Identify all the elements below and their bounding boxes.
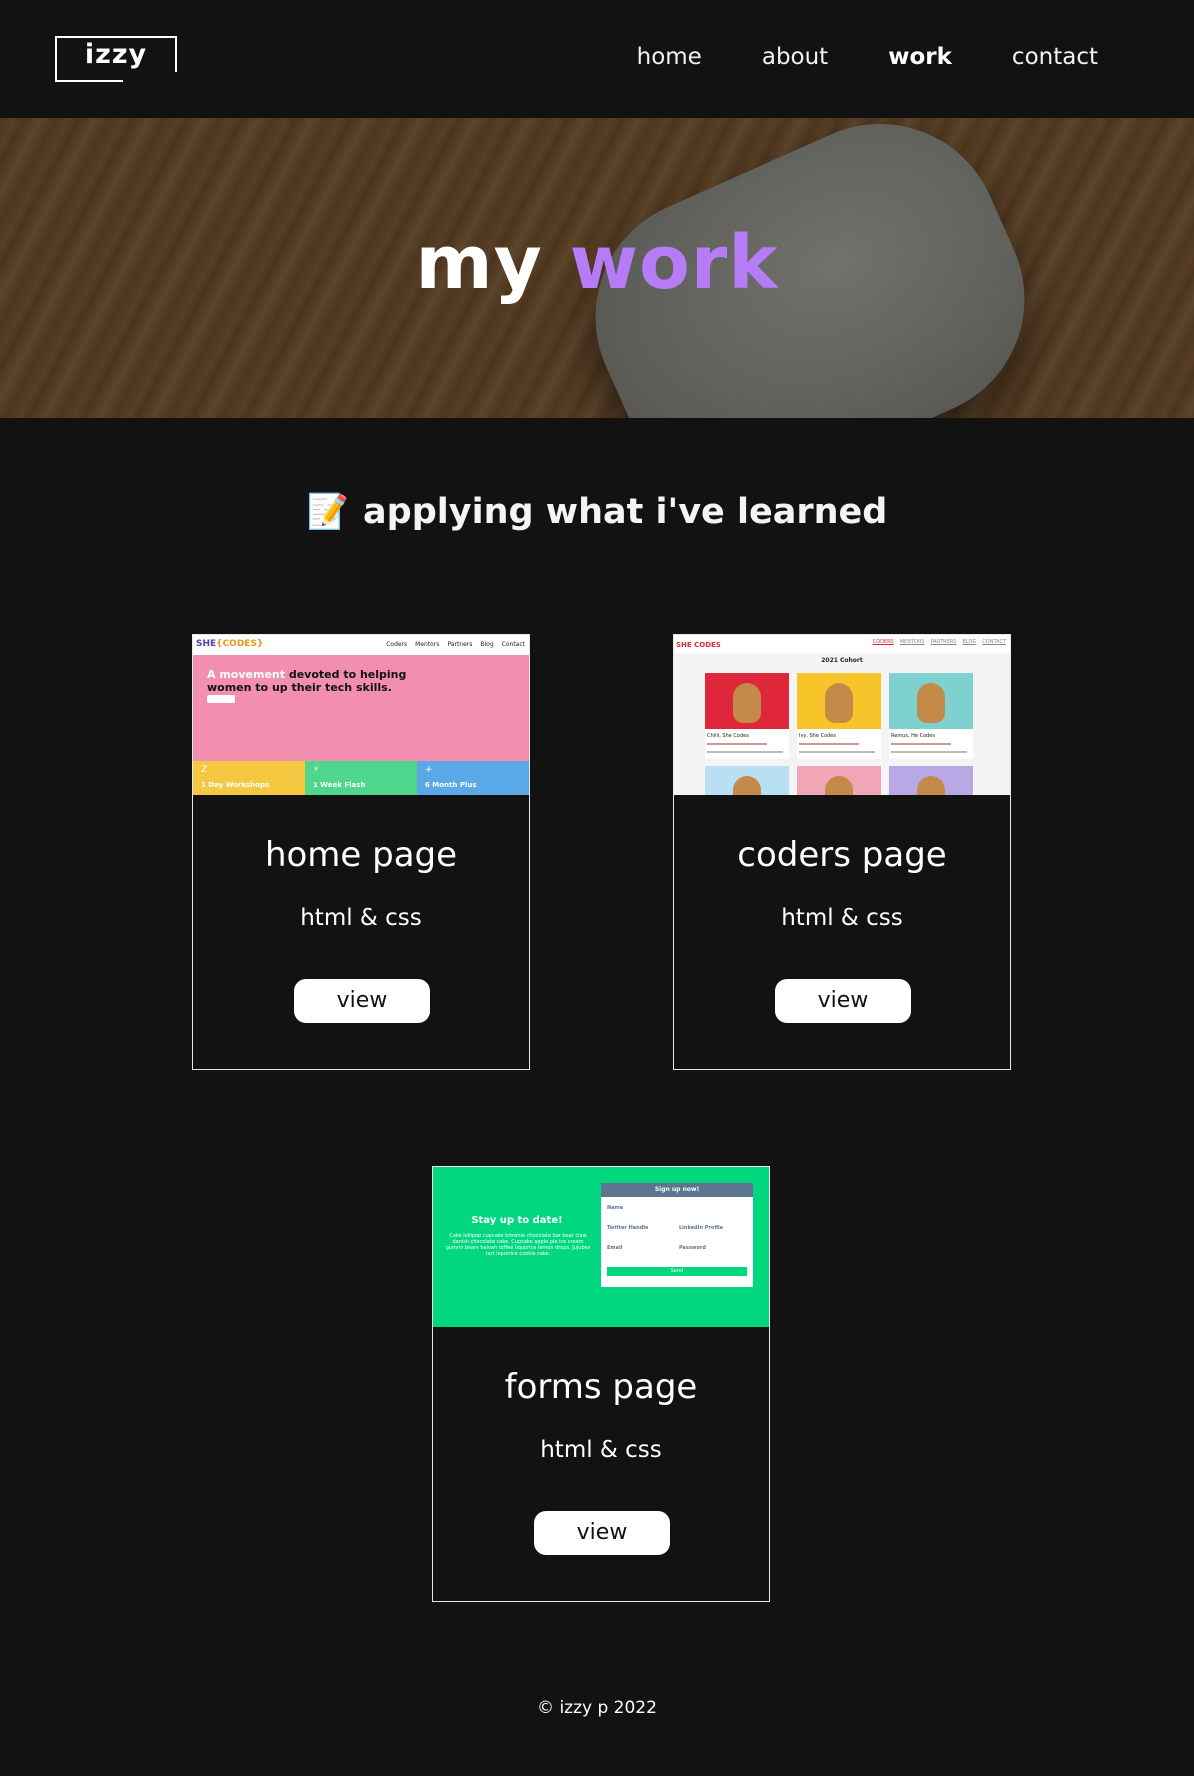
thumb-brand: SHE{CODES} <box>196 639 264 649</box>
thumb-menu: Coders Mentors Partners Blog Contact <box>386 641 525 648</box>
project-thumbnail-home: SHE{CODES} Coders Mentors Partners Blog Cont… <box>193 635 529 795</box>
thumb-tile: Z1 Day Workshops <box>193 761 305 795</box>
site-header: izzy home about work contact <box>0 0 1194 118</box>
thumb-cohort-title: 2021 Cohort <box>821 657 863 664</box>
thumb-dog-card <box>889 766 973 795</box>
thumb-cta-title: Stay up to date! <box>471 1215 563 1226</box>
thumb-dog-card: Chilli, She Codes <box>705 673 789 759</box>
logo-text: izzy <box>84 39 148 70</box>
thumb-menu: CODERS MENTORS PARTNERS BLOG CONTACT <box>872 639 1006 645</box>
project-thumbnail-coders: SHE CODES CODERS MENTORS PARTNERS BLOG CONTA… <box>674 635 1010 795</box>
memo-icon: 📝 <box>306 492 350 532</box>
logo[interactable]: izzy <box>55 36 177 82</box>
thumb-tile: +6 Month Plus <box>417 761 529 795</box>
project-card-home: SHE{CODES} Coders Mentors Partners Blog Cont… <box>192 634 530 1070</box>
section-heading-text: applying what i've learned <box>363 492 888 532</box>
thumb-dog-card: Remus, He Codes <box>889 673 973 759</box>
thumb-button <box>207 695 235 703</box>
nav-contact[interactable]: contact <box>1012 44 1098 70</box>
hero-title: my work <box>0 220 1194 306</box>
thumb-signup-panel: Sign up now! Name Twitter Handle LinkedI… <box>601 1183 753 1287</box>
thumb-dog-card <box>797 766 881 795</box>
project-thumbnail-forms: Stay up to date! Cake lollipop cupcake b… <box>433 1167 769 1327</box>
project-tech: html & css <box>540 1437 662 1463</box>
section-heading: 📝 applying what i've learned <box>0 492 1194 532</box>
nav-about[interactable]: about <box>762 44 828 70</box>
thumb-dog-card: Ivy, She Codes <box>797 673 881 759</box>
thumb-brand: SHE CODES <box>676 641 721 649</box>
project-card-coders: SHE CODES CODERS MENTORS PARTNERS BLOG CONTA… <box>673 634 1011 1070</box>
view-forms-page-button[interactable]: view <box>534 1511 670 1555</box>
nav-work[interactable]: work <box>888 44 952 70</box>
hero-title-my: my <box>415 220 543 306</box>
main-nav: home about work contact <box>577 44 1098 70</box>
project-tech: html & css <box>781 905 903 931</box>
project-title: forms page <box>504 1367 698 1407</box>
hero-title-work: work <box>569 220 779 306</box>
thumb-headline: A movement devoted to helping women to u… <box>207 668 407 694</box>
view-coders-page-button[interactable]: view <box>775 979 911 1023</box>
nav-home[interactable]: home <box>637 44 702 70</box>
view-home-page-button[interactable]: view <box>294 979 430 1023</box>
thumb-tile: ⚡ 1 Week Flash <box>305 761 417 795</box>
project-tech: html & css <box>300 905 422 931</box>
thumb-dog-card <box>705 766 789 795</box>
project-title: home page <box>264 835 458 875</box>
project-card-forms: Stay up to date! Cake lollipop cupcake b… <box>432 1166 770 1602</box>
project-title: coders page <box>737 835 947 875</box>
hero-banner: my work <box>0 118 1194 418</box>
thumb-cta-text: Cake lollipop cupcake brownie chocolate … <box>445 1233 591 1257</box>
footer-copyright: © izzy p 2022 <box>537 1698 657 1718</box>
